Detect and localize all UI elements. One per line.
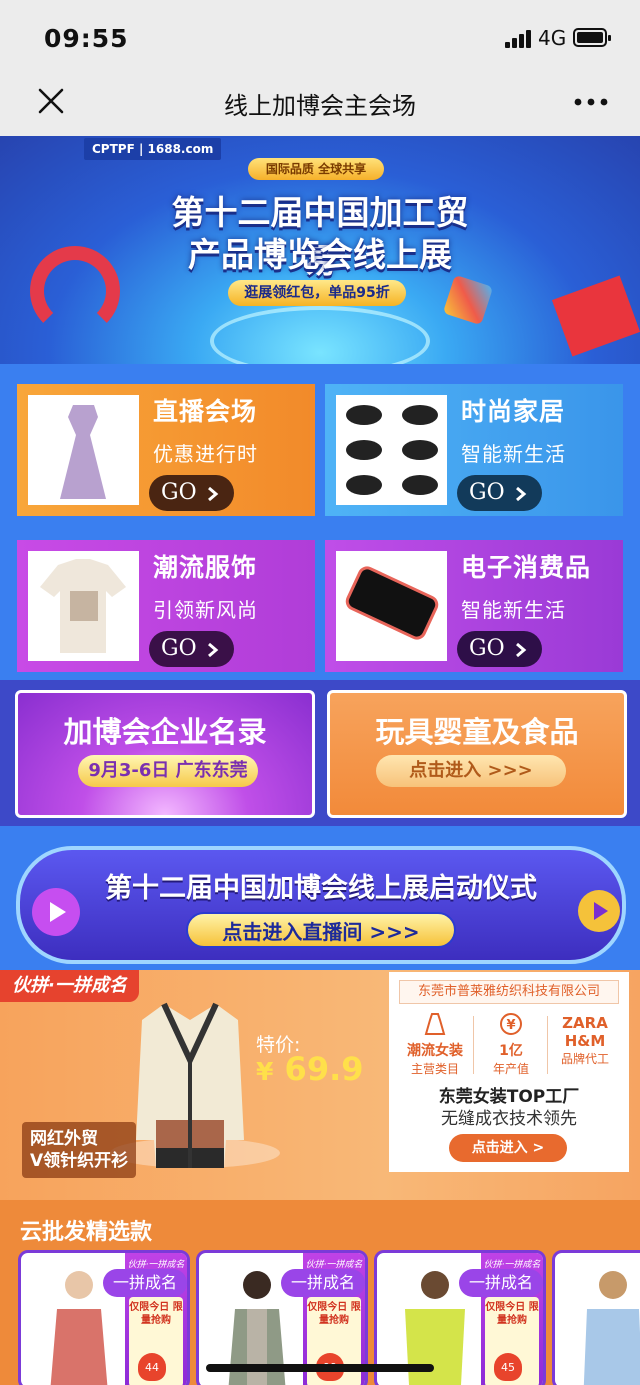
tag-price: 45 <box>494 1353 522 1381</box>
category-name: 电子消费品 <box>461 553 592 582</box>
stat-key: 主营类目 <box>410 1062 459 1076</box>
section-heading: 云批发精选款 <box>20 1220 153 1245</box>
chevron-right-icon <box>516 642 527 658</box>
play-icon <box>32 888 80 936</box>
powerbank-image <box>336 551 447 661</box>
chevron-right-icon <box>208 486 219 502</box>
cardigan-image <box>136 1002 244 1168</box>
tag-text: 伙拼·一拼成名 <box>305 1260 363 1270</box>
dress-icon <box>399 1012 471 1040</box>
factory-card[interactable]: 东莞市普莱雅纺织科技有限公司 潮流女装 主营类目 ¥ 1亿 年产值 ZARA H… <box>389 972 629 1172</box>
toy-cube-icon <box>442 274 494 326</box>
go-label: GO <box>469 636 505 661</box>
tag-text: 伙拼·一拼成名 <box>127 1260 185 1270</box>
go-button[interactable]: GO <box>457 475 542 511</box>
promo-title: 玩具婴童及食品 <box>375 715 579 749</box>
enter-live-button[interactable]: 点击进入直播间 >>> <box>186 912 456 948</box>
factory-subline: 无缝成衣技术领先 <box>441 1109 577 1129</box>
category-live[interactable]: 直播会场 优惠进行时 GO <box>17 384 315 516</box>
ceremony-banner[interactable]: 第十二届中国加博会线上展启动仪式 点击进入直播间 >>> <box>16 846 626 964</box>
ceremony-title: 第十二届中国加博会线上展启动仪式 <box>105 873 537 904</box>
signal-icon <box>505 30 533 48</box>
stat-output: ¥ 1亿 年产值 <box>475 1012 547 1078</box>
home-indicator[interactable] <box>206 1364 434 1372</box>
go-button[interactable]: GO <box>149 631 234 667</box>
dress-image <box>28 395 139 505</box>
tshirt-image <box>28 551 139 661</box>
category-sub: 智能新生活 <box>461 442 566 466</box>
group-buy-badge: 一拼成名 <box>459 1269 543 1297</box>
go-label: GO <box>161 480 197 505</box>
enter-button[interactable]: 点击进入 > <box>449 1134 567 1162</box>
stat-key: 年产值 <box>492 1062 529 1076</box>
promo-pill: 9月3-6日 广东东莞 <box>78 755 258 787</box>
featured-slogan: 网红外贸 V领针织开衫 <box>22 1122 137 1178</box>
red-envelope-icon <box>551 275 640 357</box>
brand-names: ZARA H&M <box>562 1014 608 1050</box>
currency-symbol: ¥ <box>256 1057 274 1086</box>
more-icon[interactable] <box>574 98 608 106</box>
go-label: GO <box>161 636 197 661</box>
nav-bar: 线上加博会主会场 <box>0 78 640 136</box>
play-icon <box>578 890 620 932</box>
featured-badge: 伙拼·一拼成名 <box>0 970 139 1002</box>
category-fashion[interactable]: 潮流服饰 引领新风尚 GO <box>17 540 315 672</box>
chevron-right-icon <box>516 486 527 502</box>
group-buy-badge: 一拼成名 <box>103 1269 187 1297</box>
stat-value: 潮流女装 <box>407 1043 463 1059</box>
product-card[interactable]: 伙拼·一拼成名 仅限今日 限量抢购 44 一拼成名 <box>18 1250 190 1385</box>
promo-toys[interactable]: 玩具婴童及食品 点击进入 >>> <box>327 690 627 818</box>
page-title: 线上加博会主会场 <box>224 92 416 120</box>
status-bar: 09:55 4G <box>0 0 640 78</box>
svg-text:¥: ¥ <box>506 1018 515 1033</box>
headphone-icon <box>30 246 120 336</box>
slogan-line2: V领针织开衫 <box>30 1151 129 1171</box>
promo-directory[interactable]: 加博会企业名录 9月3-6日 广东东莞 <box>15 690 315 818</box>
promo-title: 加博会企业名录 <box>63 715 267 749</box>
category-home[interactable]: 时尚家居 智能新生活 GO <box>325 384 623 516</box>
category-sub: 优惠进行时 <box>153 442 258 466</box>
featured-price: ¥ 69.9 <box>256 1050 364 1088</box>
divider <box>547 1016 548 1074</box>
divider <box>473 1016 474 1074</box>
model-image <box>583 1271 640 1385</box>
hero-banner[interactable]: CPTPF | 1688.com 国际品质 全球共享 第十二届中国加工贸易 产品… <box>0 136 640 364</box>
wholesale-section: 云批发精选款 伙拼·一拼成名 仅限今日 限量抢购 44 一拼成名 伙拼·一拼成名… <box>0 1200 640 1385</box>
stage-ring <box>210 306 430 364</box>
product-card[interactable] <box>552 1250 640 1385</box>
stat-value: 1亿 <box>499 1043 523 1059</box>
hero-title-line2: 产品博览会线上展 <box>188 235 452 274</box>
tag-text: 伙拼·一拼成名 <box>483 1260 541 1270</box>
go-label: GO <box>469 480 505 505</box>
battery-icon <box>573 28 611 47</box>
slogan-line1: 网红外贸 <box>30 1129 98 1149</box>
stat-key: 品牌代工 <box>560 1052 609 1066</box>
category-name: 直播会场 <box>153 397 258 426</box>
stat-brand: ZARA H&M 品牌代工 <box>549 1012 621 1078</box>
promo-pill: 点击进入 >>> <box>376 755 566 787</box>
network-type: 4G <box>538 26 567 50</box>
category-sub: 引领新风尚 <box>153 598 258 622</box>
price-value: 69.9 <box>284 1050 364 1088</box>
hero-tag: 国际品质 全球共享 <box>248 158 384 180</box>
category-name: 潮流服饰 <box>153 553 258 582</box>
yen-coin-icon: ¥ <box>475 1012 547 1040</box>
stat-category: 潮流女装 主营类目 <box>399 1012 471 1078</box>
company-name: 东莞市普莱雅纺织科技有限公司 <box>399 980 619 1004</box>
expo-logo: CPTPF | 1688.com <box>84 138 222 160</box>
category-sub: 智能新生活 <box>461 598 566 622</box>
category-electronics[interactable]: 电子消费品 智能新生活 GO <box>325 540 623 672</box>
go-button[interactable]: GO <box>149 475 234 511</box>
status-time: 09:55 <box>44 24 129 53</box>
tag-price: 44 <box>138 1353 166 1381</box>
chevron-right-icon <box>208 642 219 658</box>
hero-pill: 逛展领红包，单品95折 <box>228 280 406 306</box>
group-buy-badge: 一拼成名 <box>281 1269 365 1297</box>
go-button[interactable]: GO <box>457 631 542 667</box>
category-name: 时尚家居 <box>461 397 566 426</box>
mask-image <box>336 395 447 505</box>
